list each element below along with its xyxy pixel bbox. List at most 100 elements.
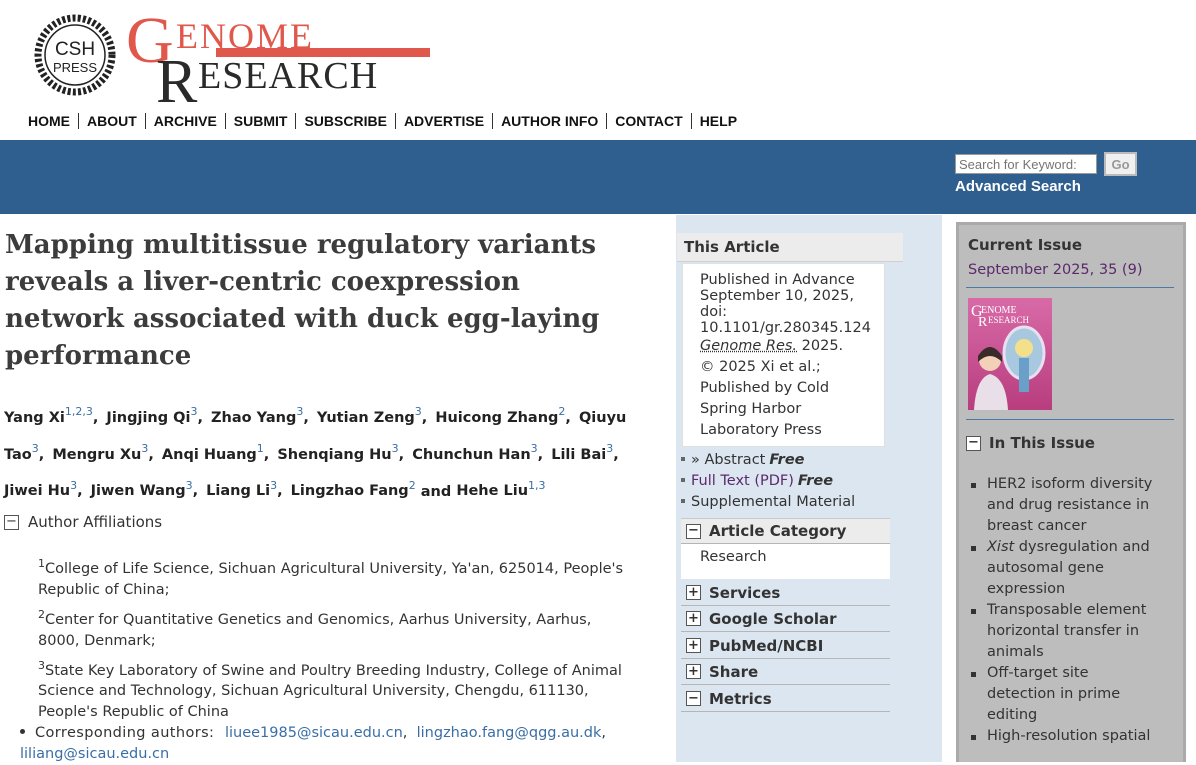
publication-info: Published in Advance September 10, 2025,… [682, 263, 885, 447]
author-affiliations-toggle[interactable]: − Author Affiliations [4, 513, 162, 531]
author-affiliation-marker: 3 [391, 441, 399, 455]
divider [966, 287, 1174, 288]
nav-submit[interactable]: SUBMIT [224, 113, 296, 129]
author[interactable]: Yang Xi1,2,3 [4, 405, 93, 426]
author[interactable]: Anqi Huang1 [162, 442, 264, 463]
share-toggle[interactable]: + Share [681, 659, 890, 685]
metrics-heading: Metrics [709, 689, 772, 708]
author-affiliations-label: Author Affiliations [28, 513, 163, 531]
affiliation-list: 1College of Life Science, Sichuan Agricu… [38, 553, 628, 726]
email-link[interactable]: liliang@sicau.edu.cn [20, 746, 169, 762]
in-this-issue-toggle[interactable]: − In This Issue [966, 434, 1095, 452]
advanced-search-link[interactable]: Advanced Search [955, 178, 1081, 195]
email-link[interactable]: lingzhao.fang@qgg.au.dk [417, 725, 602, 741]
nav-help[interactable]: HELP [690, 113, 745, 129]
issue-item[interactable]: Xist dysregulation and autosomal gene ex… [970, 537, 1160, 600]
affiliation-text: College of Life Science, Sichuan Agricul… [38, 560, 624, 598]
author[interactable]: Huicong Zhang2 [435, 405, 565, 426]
author-affiliation-marker: 1 [256, 441, 264, 455]
nav-about[interactable]: ABOUT [78, 113, 145, 129]
expand-icon: + [686, 585, 701, 600]
author[interactable]: Shenqiang Hu3 [277, 442, 398, 463]
affiliation-text: Center for Quantitative Genetics and Gen… [38, 611, 592, 649]
expand-icon: + [686, 611, 701, 626]
corresponding-authors: Corresponding authors: liuee1985@sicau.e… [20, 725, 606, 762]
site-header: CSH PRESS G ENOME R ESEARCH HOME ABOUT A… [0, 0, 1196, 140]
google-scholar-toggle[interactable]: + Google Scholar [681, 606, 890, 632]
doi-value[interactable]: 10.1101/gr.280345.124 [700, 320, 884, 336]
issue-item[interactable]: Off-target site detection in prime editi… [970, 663, 1160, 726]
author-affiliation-marker: 3 [414, 405, 422, 418]
author-name: Shenqiang Hu [277, 446, 392, 463]
author[interactable]: Jingjing Qi3 [106, 405, 197, 426]
go-button[interactable]: Go [1104, 152, 1137, 176]
author-affiliation-marker: 3 [141, 441, 149, 455]
author[interactable]: Jiwen Wang3 [91, 479, 193, 500]
services-toggle[interactable]: + Services [681, 580, 890, 606]
supplemental-material-link[interactable]: Supplemental Material [681, 492, 901, 513]
article-category-value[interactable]: Research [681, 544, 890, 579]
free-badge: Free [797, 473, 834, 489]
author[interactable]: Mengru Xu3 [52, 442, 148, 463]
nav-archive[interactable]: ARCHIVE [144, 113, 225, 129]
nav-author-info[interactable]: AUTHOR INFO [492, 113, 606, 129]
affiliation-item: 2Center for Quantitative Genetics and Ge… [38, 604, 628, 652]
affiliation-item: 3State Key Laboratory of Swine and Poult… [38, 655, 628, 724]
author-name: Jiwei Hu [4, 483, 71, 500]
author[interactable]: Lingzhao Fang2 [291, 479, 416, 500]
author-name: Huicong Zhang [435, 409, 559, 426]
collapse-icon: − [686, 691, 701, 706]
author[interactable]: Chunchun Han3 [412, 442, 537, 463]
divider [966, 419, 1174, 420]
author[interactable]: Liang Li3 [206, 479, 277, 500]
author-affiliation-marker: 3 [530, 441, 538, 455]
journal-abbrev: Genome Res. [700, 338, 798, 354]
nav-contact[interactable]: CONTACT [606, 113, 690, 129]
affiliation-number: 3 [38, 658, 45, 672]
current-issue-link[interactable]: September 2025, 35 (9) [968, 262, 1142, 278]
copyright-line: Spring Harbor [700, 401, 802, 417]
bullet-icon [20, 729, 25, 734]
email-link[interactable]: liuee1985@sicau.edu.cn [225, 725, 403, 741]
current-issue-heading: Current Issue [968, 236, 1083, 254]
doi-label: doi: [700, 304, 727, 320]
author[interactable]: Lili Bai3 [551, 442, 613, 463]
article-category-toggle[interactable]: − Article Category [681, 518, 890, 544]
author[interactable]: Yutian Zeng3 [316, 405, 422, 426]
collapse-icon: − [966, 435, 981, 451]
nav-advertise[interactable]: ADVERTISE [394, 113, 492, 129]
author[interactable]: Hehe Liu1,3 [456, 479, 545, 500]
nav-subscribe[interactable]: SUBSCRIBE [295, 113, 394, 129]
issue-item-text: HER2 isoform diversity and drug resistan… [987, 476, 1153, 534]
issue-cover-image[interactable]: G ENOME R ESEARCH [968, 298, 1052, 410]
search-input[interactable] [955, 154, 1097, 174]
journal-year: 2025. [801, 338, 844, 354]
genome-research-logo[interactable]: G ENOME R ESEARCH [126, 4, 436, 108]
issue-item-italic: Xist [987, 539, 1015, 555]
share-heading: Share [709, 662, 759, 681]
author-name: Yutian Zeng [316, 409, 415, 426]
author[interactable]: Jiwei Hu3 [4, 479, 77, 500]
author[interactable]: Zhao Yang3 [211, 405, 303, 426]
affiliation-item: 1College of Life Science, Sichuan Agricu… [38, 553, 628, 601]
supplemental-label: Supplemental Material [691, 494, 856, 510]
this-article-panel: This Article [677, 233, 903, 262]
csh-press-logo[interactable]: CSH PRESS [32, 12, 118, 98]
author-affiliation-marker: 1,3 [528, 478, 546, 492]
csh-logo-text: CSH [55, 39, 95, 60]
author-affiliation-marker: 2 [558, 405, 566, 418]
nav-home[interactable]: HOME [28, 113, 78, 129]
issue-item[interactable]: Transposable element horizontal transfer… [970, 600, 1160, 663]
abstract-link[interactable]: » Abstract Free [681, 450, 901, 471]
author-name: Hehe Liu [456, 483, 529, 500]
pubmed-ncbi-toggle[interactable]: + PubMed/NCBI [681, 633, 890, 659]
author-name: Mengru Xu [52, 446, 142, 463]
issue-item[interactable]: HER2 isoform diversity and drug resistan… [970, 474, 1160, 537]
free-badge: Free [769, 452, 805, 468]
logo-esearch: ESEARCH [198, 55, 378, 97]
article-links: » Abstract Free Full Text (PDF) Free Suppl… [681, 450, 901, 513]
metrics-toggle[interactable]: − Metrics [681, 686, 890, 712]
affiliation-text: State Key Laboratory of Swine and Poultr… [38, 662, 622, 721]
issue-item[interactable]: High-resolution spatial [970, 726, 1160, 747]
full-text-pdf-link[interactable]: Full Text (PDF) Free [681, 471, 901, 492]
